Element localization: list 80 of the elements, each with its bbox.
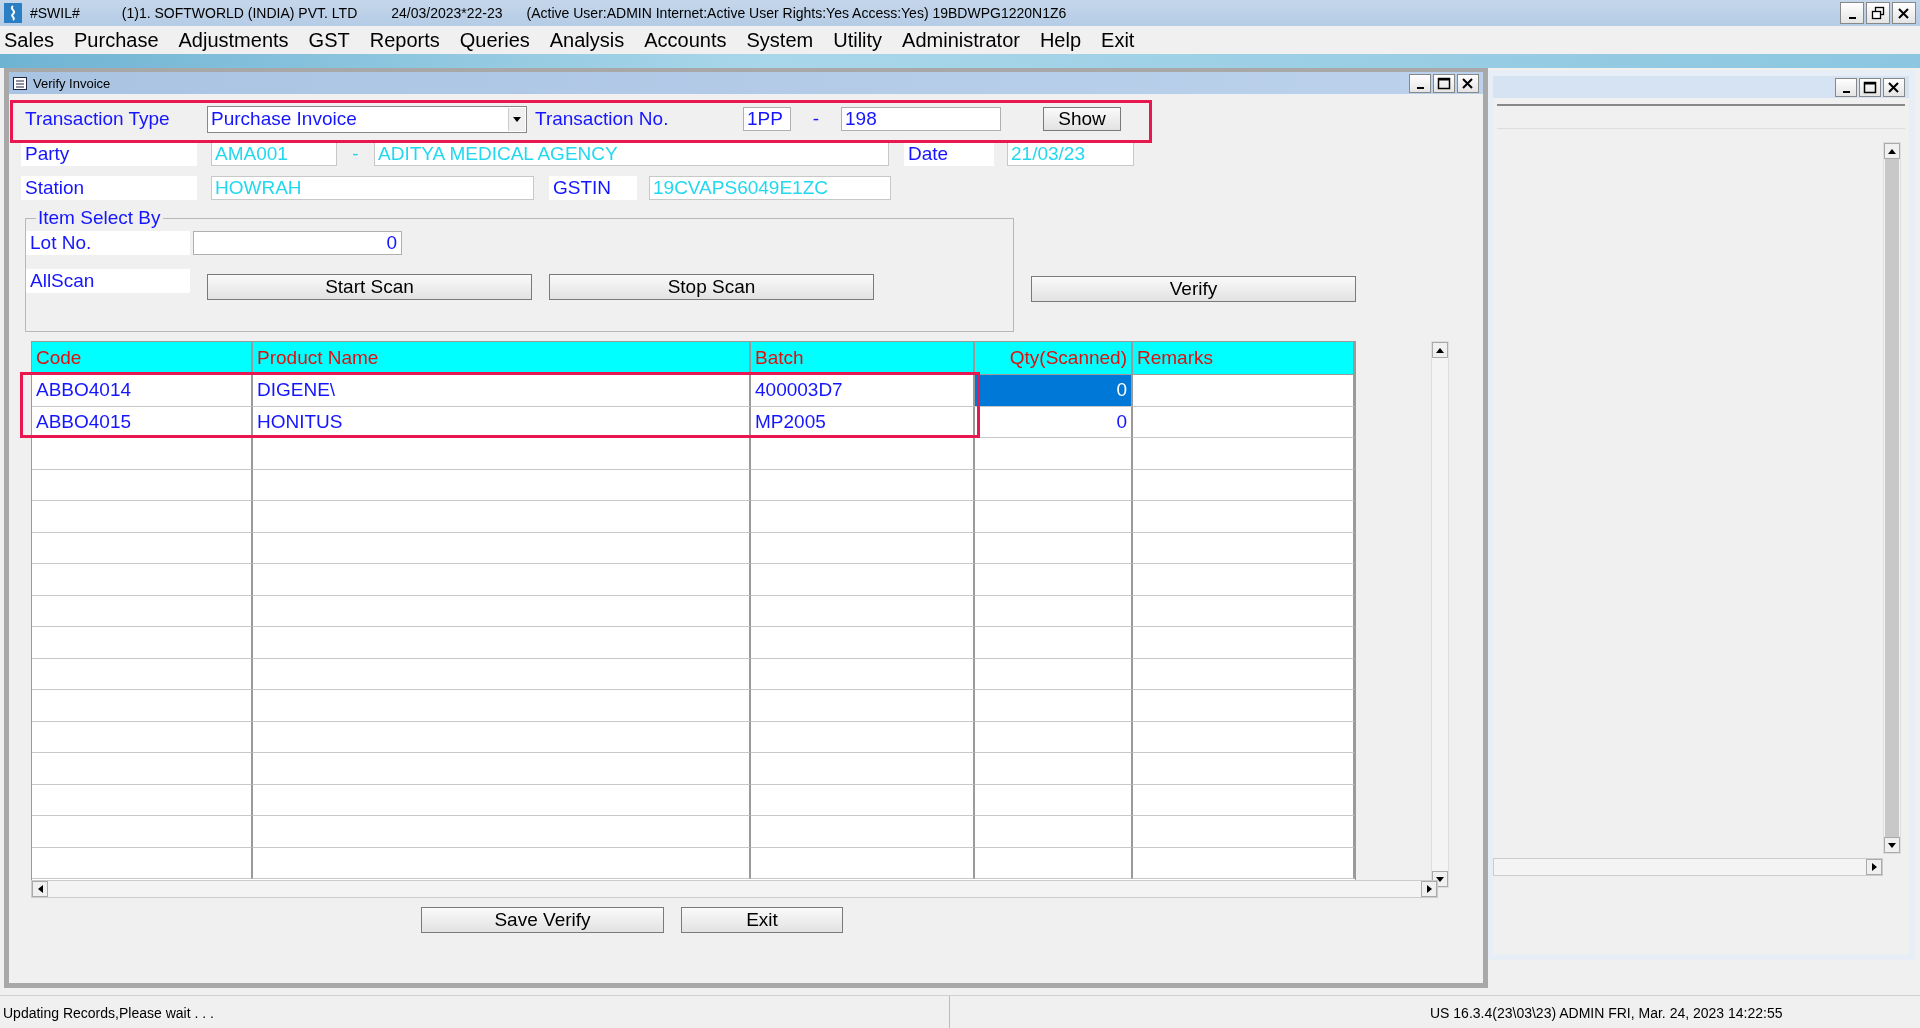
separator-text: - [351,143,360,165]
menu-item[interactable]: Adjustments [178,28,289,52]
maximize-icon [1437,76,1451,90]
status-message: Updating Records,Please wait . . . [0,996,950,1028]
dialog-title: Verify Invoice [33,75,111,91]
window-menu-icon [13,76,27,90]
transaction-prefix-field[interactable]: 1PP [743,107,791,131]
table-cell[interactable]: 0 [975,375,1133,407]
scroll-right-icon[interactable] [1866,859,1882,875]
close-button[interactable] [1457,73,1479,93]
minimize-button[interactable] [1840,2,1864,24]
save-verify-button[interactable]: Save Verify [421,907,664,933]
scroll-right-icon[interactable] [1421,881,1437,897]
close-icon [1461,76,1475,90]
menu-item[interactable]: System [746,28,814,52]
show-button[interactable]: Show [1043,107,1121,131]
scroll-up-icon[interactable] [1432,342,1448,358]
exit-button[interactable]: Exit [681,907,843,933]
close-icon [1887,80,1901,94]
vertical-scrollbar[interactable] [1431,341,1449,888]
separator-text: - [811,108,821,130]
scan-button[interactable]: Stop Scan [549,274,874,300]
horizontal-scrollbar[interactable] [1493,858,1883,876]
transaction-type-dropdown[interactable]: Purchase Invoice [207,105,527,133]
menu-item[interactable]: Reports [369,28,440,52]
scroll-left-icon[interactable] [32,881,48,897]
app-name: #SWIL# [30,5,80,21]
menu-item[interactable]: Exit [1101,28,1135,52]
maximize-icon [1863,80,1877,94]
restore-button[interactable] [1866,2,1890,24]
menu-item[interactable]: GST [308,28,350,52]
horizontal-scrollbar[interactable] [31,880,1438,898]
table-cell: ABBO4014 [32,375,253,407]
minimize-icon [1848,16,1856,19]
field-label: Party [21,142,197,166]
minimize-icon [1416,86,1424,89]
scroll-down-icon[interactable] [1884,837,1900,853]
restore-icon [1871,6,1885,20]
table-cell: DIGENE\ [253,375,751,407]
field-label: AllScan [26,269,190,293]
close-icon [1897,6,1911,20]
company-name: (1)1. SOFTWORLD (INDIA) PVT. LTD [121,5,358,21]
group-title: Item Select By [36,208,163,228]
app-logo-icon [4,3,22,23]
column-header[interactable]: Qty(Scanned) [975,342,1133,375]
menu-item[interactable]: Utility [833,28,883,52]
status-info: US 16.3.4(23\03\23) ADMIN FRI, Mar. 24, 2023 14:22:55 [1429,1003,1783,1023]
table-cell[interactable] [1133,375,1355,407]
menu-item[interactable]: Sales [4,28,55,52]
field-label: Transaction Type [24,107,171,131]
menu-item[interactable]: Queries [459,28,530,52]
field-label: GSTIN [549,176,637,200]
verify-button[interactable]: Verify [1031,276,1356,302]
menu-item[interactable]: Administrator [902,28,1020,52]
field-label: Transaction No. [534,107,670,131]
minimize-icon [1842,90,1850,93]
field-label: Date [904,142,994,166]
menu-item[interactable]: Help [1039,28,1082,52]
menu-item[interactable]: Purchase [74,28,159,52]
column-header[interactable]: Remarks [1133,342,1355,375]
close-button[interactable] [1892,2,1916,24]
financial-date: 24/03/2023*22-23 [391,5,503,21]
transaction-number-field[interactable]: 198 [841,107,1001,131]
minimize-button[interactable] [1835,77,1857,97]
scroll-up-icon[interactable] [1884,143,1900,159]
close-button[interactable] [1883,77,1905,97]
session-status: (Active User:ADMIN Internet:Active User Rights:Yes Access:Yes) 19BDWPG1220N1Z6 [526,5,1067,21]
vertical-scrollbar[interactable] [1883,142,1901,854]
field-label: Lot No. [26,231,190,255]
field-label: Station [21,176,197,200]
lot-number-field[interactable]: 0 [193,231,402,255]
table-cell: 400003D7 [751,375,975,407]
minimize-button[interactable] [1409,73,1431,93]
dropdown-arrow-icon [513,116,521,122]
scan-button[interactable]: Start Scan [207,274,532,300]
menu-item[interactable]: Analysis [549,28,625,52]
menu-item[interactable]: Accounts [644,28,727,52]
maximize-button[interactable] [1859,77,1881,97]
table-cell[interactable] [1133,406,1355,438]
maximize-button[interactable] [1433,73,1455,93]
